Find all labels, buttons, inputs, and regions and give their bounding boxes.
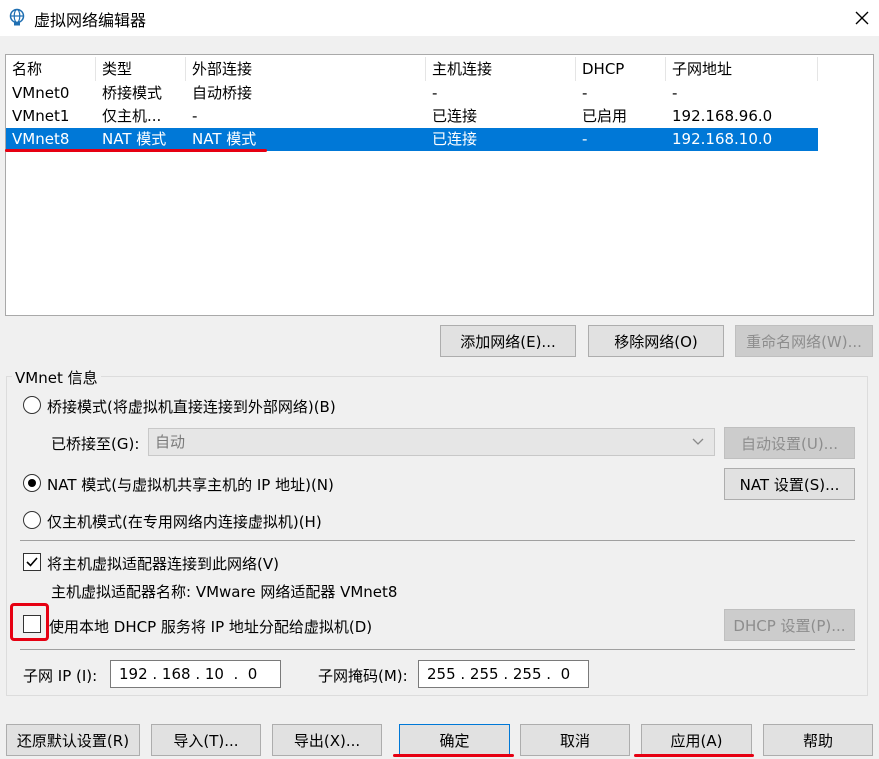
window-title: 虚拟网络编辑器 [34,11,147,30]
cell-host: 已连接 [432,107,478,125]
add-network-button[interactable]: 添加网络(E)... [440,325,576,357]
table-row-vmnet0[interactable]: VMnet0 桥接模式 自动桥接 - - - [6,82,818,105]
network-list-table[interactable]: 名称 类型 外部连接 主机连接 DHCP 子网地址 VMnet0 桥接模式 自动… [5,54,874,316]
cell-name: VMnet1 [12,107,70,125]
nat-mode-label: NAT 模式(与虚拟机共享主机的 IP 地址)(N) [47,476,334,494]
subnet-mask-label: 子网掩码(M): [318,667,408,685]
cell-type: 仅主机... [102,107,162,125]
cell-dhcp: - [582,84,588,102]
subnet-mask-input[interactable]: 255 . 255 . 255 . 0 [418,660,589,688]
cell-dhcp: 已启用 [582,107,628,125]
connect-adapter-checkbox[interactable] [23,553,41,571]
cell-type: NAT 模式 [102,130,167,148]
dhcp-settings-button[interactable]: DHCP 设置(P)... [724,609,855,641]
apply-button[interactable]: 应用(A) [641,724,752,756]
column-header-external[interactable]: 外部连接 [186,57,426,81]
cell-subnet: 192.168.10.0 [672,130,773,148]
vmnet-info-legend: VMnet 信息 [12,367,101,388]
chevron-down-icon [692,438,704,445]
cell-external: 自动桥接 [192,84,253,102]
cell-name: VMnet8 [12,130,70,148]
annotation-underline-vmnet8 [5,149,267,152]
bridged-mode-label: 桥接模式(将虚拟机直接连接到外部网络)(B) [47,398,336,416]
annotation-box-dhcp-checkbox [10,603,49,641]
cell-external: NAT 模式 [192,130,257,148]
table-row-vmnet8[interactable]: VMnet8 NAT 模式 NAT 模式 已连接 - 192.168.10.0 [6,128,818,151]
bridged-to-select[interactable]: 自动 [148,428,715,456]
column-header-type[interactable]: 类型 [96,57,186,81]
column-header-dhcp[interactable]: DHCP [576,57,666,81]
dhcp-label: 使用本地 DHCP 服务将 IP 地址分配给虚拟机(D) [49,618,373,636]
separator [20,649,855,650]
cell-subnet: 192.168.96.0 [672,107,773,125]
column-header-name[interactable]: 名称 [6,57,96,81]
table-row-vmnet1[interactable]: VMnet1 仅主机... - 已连接 已启用 192.168.96.0 [6,105,818,128]
bridged-to-label: 已桥接至(G): [51,435,140,453]
annotation-underline-ok [393,754,514,757]
nat-mode-radio[interactable] [23,474,41,492]
remove-network-button[interactable]: 移除网络(O) [588,325,724,357]
ok-button[interactable]: 确定 [399,724,510,756]
subnet-ip-input[interactable]: 192 . 168 . 10 . 0 [110,660,281,688]
bridged-mode-radio[interactable] [23,396,41,414]
rename-network-button[interactable]: 重命名网络(W)... [735,325,873,357]
network-globe-icon [8,8,26,26]
connect-adapter-label: 将主机虚拟适配器连接到此网络(V) [47,555,279,573]
export-button[interactable]: 导出(X)... [272,724,382,756]
vmnet-info-group [6,376,868,696]
restore-defaults-button[interactable]: 还原默认设置(R) [6,724,140,756]
cell-host: - [432,84,438,102]
subnet-ip-label: 子网 IP (I): [23,667,98,685]
cancel-button[interactable]: 取消 [520,724,630,756]
adapter-name-text: 主机虚拟适配器名称: VMware 网络适配器 VMnet8 [51,583,398,601]
cell-name: VMnet0 [12,84,70,102]
close-button[interactable] [846,2,878,34]
cell-external: - [192,107,198,125]
nat-settings-button[interactable]: NAT 设置(S)... [724,468,855,500]
annotation-underline-apply [634,754,754,757]
column-header-subnet[interactable]: 子网地址 [666,57,818,81]
bridged-to-value: 自动 [155,433,186,451]
auto-settings-button[interactable]: 自动设置(U)... [724,427,855,459]
column-header-host[interactable]: 主机连接 [426,57,576,81]
host-only-mode-radio[interactable] [23,511,41,529]
close-icon [855,11,869,25]
help-button[interactable]: 帮助 [763,724,873,756]
host-only-mode-label: 仅主机模式(在专用网络内连接虚拟机)(H) [47,513,322,531]
cell-type: 桥接模式 [102,84,163,102]
cell-subnet: - [672,84,678,102]
checkmark-icon [26,557,38,567]
import-button[interactable]: 导入(T)... [151,724,261,756]
cell-host: 已连接 [432,130,478,148]
cell-dhcp: - [582,130,588,148]
separator [20,540,855,541]
